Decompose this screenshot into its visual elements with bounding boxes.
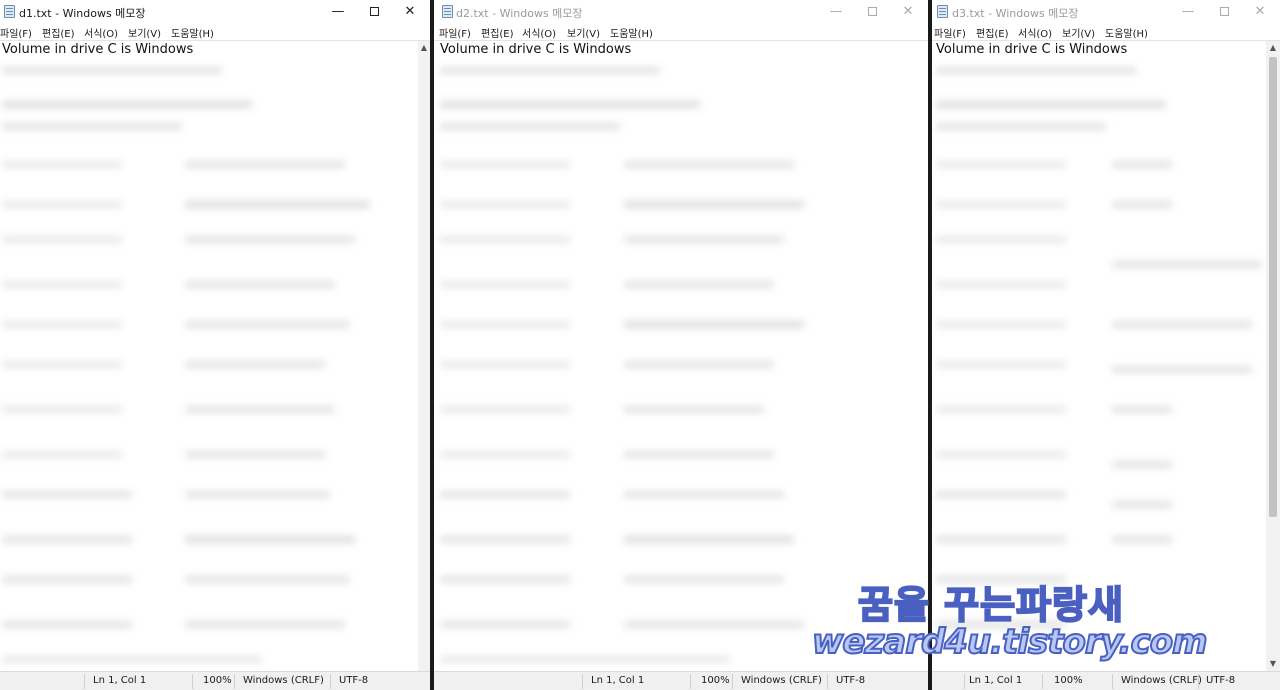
scroll-up-icon[interactable]: ▲ [418,41,430,55]
menu-file[interactable]: 파일(F) [0,25,32,40]
menu-help[interactable]: 도움말(H) [171,25,214,40]
title-bar[interactable]: d2.txt - Windows 메모장 — ✕ [434,0,928,23]
blurred-content [932,61,1266,671]
menu-file[interactable]: 파일(F) [934,25,966,40]
menu-format[interactable]: 서식(O) [522,25,556,40]
status-position: Ln 1, Col 1 [93,675,147,686]
editor-first-line: Volume in drive C is Windows [936,42,1128,57]
menu-edit[interactable]: 편집(E) [42,25,75,40]
menu-help[interactable]: 도움말(H) [1105,25,1148,40]
status-line-ending: Windows (CRLF) [1121,675,1202,686]
text-editor-area[interactable]: Volume in drive C is Windows [0,40,430,671]
status-divider [1042,674,1043,689]
notepad-icon [4,5,15,18]
scroll-up-icon[interactable]: ▲ [1266,41,1280,55]
scrollbar-thumb[interactable] [1269,57,1277,517]
maximize-button[interactable] [356,0,392,23]
vertical-scrollbar[interactable]: ▲ [418,41,430,671]
status-line-ending: Windows (CRLF) [741,675,822,686]
status-divider [330,674,331,689]
status-bar: Ln 1, Col 1 100% Windows (CRLF) UTF-8 [932,671,1280,690]
minimize-icon: — [331,4,345,19]
status-zoom: 100% [1054,675,1083,686]
maximize-button[interactable] [1206,0,1242,23]
window-title: d2.txt - Windows 메모장 [456,7,583,20]
blurred-content [434,61,928,671]
minimize-icon: — [1181,4,1195,19]
status-divider [964,674,965,689]
status-divider [84,674,85,689]
status-divider [234,674,235,689]
maximize-button[interactable] [854,0,890,23]
minimize-button[interactable]: — [818,0,854,23]
window-title: d3.txt - Windows 메모장 [952,7,1079,20]
text-editor-area[interactable]: Volume in drive C is Windows [932,40,1280,671]
status-line-ending: Windows (CRLF) [243,675,324,686]
vertical-scrollbar[interactable]: ▲ ▼ [1266,41,1280,671]
status-zoom: 100% [203,675,232,686]
notepad-window-d1[interactable]: d1.txt - Windows 메모장 — ✕ 파일(F) 편집(E) 서식(… [0,0,430,690]
status-position: Ln 1, Col 1 [591,675,645,686]
menu-view[interactable]: 보기(V) [1062,25,1095,40]
status-divider [1112,674,1113,689]
status-bar: Ln 1, Col 1 100% Windows (CRLF) UTF-8 [434,671,928,690]
close-button[interactable]: ✕ [392,0,428,23]
close-icon: ✕ [404,4,416,19]
status-bar: Ln 1, Col 1 100% Windows (CRLF) UTF-8 [0,671,430,690]
editor-first-line: Volume in drive C is Windows [440,42,632,57]
status-encoding: UTF-8 [836,675,866,686]
minimize-button[interactable]: — [320,0,356,23]
status-divider [690,674,691,689]
status-divider [582,674,583,689]
maximize-icon [1219,7,1229,16]
close-button[interactable]: ✕ [890,0,926,23]
status-divider [827,674,828,689]
maximize-icon [867,7,877,16]
menu-bar: 파일(F) 편집(E) 서식(O) 보기(V) 도움말(H) [0,23,430,40]
maximize-icon [369,7,379,16]
status-position: Ln 1, Col 1 [969,675,1023,686]
menu-view[interactable]: 보기(V) [567,25,600,40]
minimize-button[interactable]: — [1170,0,1206,23]
menu-bar: 파일(F) 편집(E) 서식(O) 보기(V) 도움말(H) [932,23,1280,40]
menu-file[interactable]: 파일(F) [439,25,471,40]
menu-bar: 파일(F) 편집(E) 서식(O) 보기(V) 도움말(H) [434,23,928,40]
status-divider [192,674,193,689]
menu-view[interactable]: 보기(V) [128,25,161,40]
menu-edit[interactable]: 편집(E) [481,25,514,40]
notepad-icon [442,5,453,18]
title-bar[interactable]: d1.txt - Windows 메모장 — ✕ [0,0,430,23]
notepad-window-d3[interactable]: d3.txt - Windows 메모장 — ✕ 파일(F) 편집(E) 서식(… [932,0,1280,690]
minimize-icon: — [829,4,843,19]
window-title: d1.txt - Windows 메모장 [19,7,146,20]
menu-format[interactable]: 서식(O) [1018,25,1052,40]
menu-edit[interactable]: 편집(E) [976,25,1009,40]
editor-first-line: Volume in drive C is Windows [2,42,194,57]
title-bar[interactable]: d3.txt - Windows 메모장 — ✕ [932,0,1280,23]
status-divider [1198,674,1199,689]
blurred-content [0,61,416,671]
scroll-down-icon[interactable]: ▼ [1266,657,1280,671]
notepad-icon [937,5,948,18]
status-zoom: 100% [701,675,730,686]
notepad-window-d2[interactable]: d2.txt - Windows 메모장 — ✕ 파일(F) 편집(E) 서식(… [434,0,928,690]
close-icon: ✕ [1254,4,1266,19]
status-encoding: UTF-8 [339,675,369,686]
close-button[interactable]: ✕ [1242,0,1278,23]
menu-help[interactable]: 도움말(H) [610,25,653,40]
status-encoding: UTF-8 [1206,675,1236,686]
close-icon: ✕ [902,4,914,19]
text-editor-area[interactable]: Volume in drive C is Windows [434,40,928,671]
menu-format[interactable]: 서식(O) [84,25,118,40]
status-divider [732,674,733,689]
